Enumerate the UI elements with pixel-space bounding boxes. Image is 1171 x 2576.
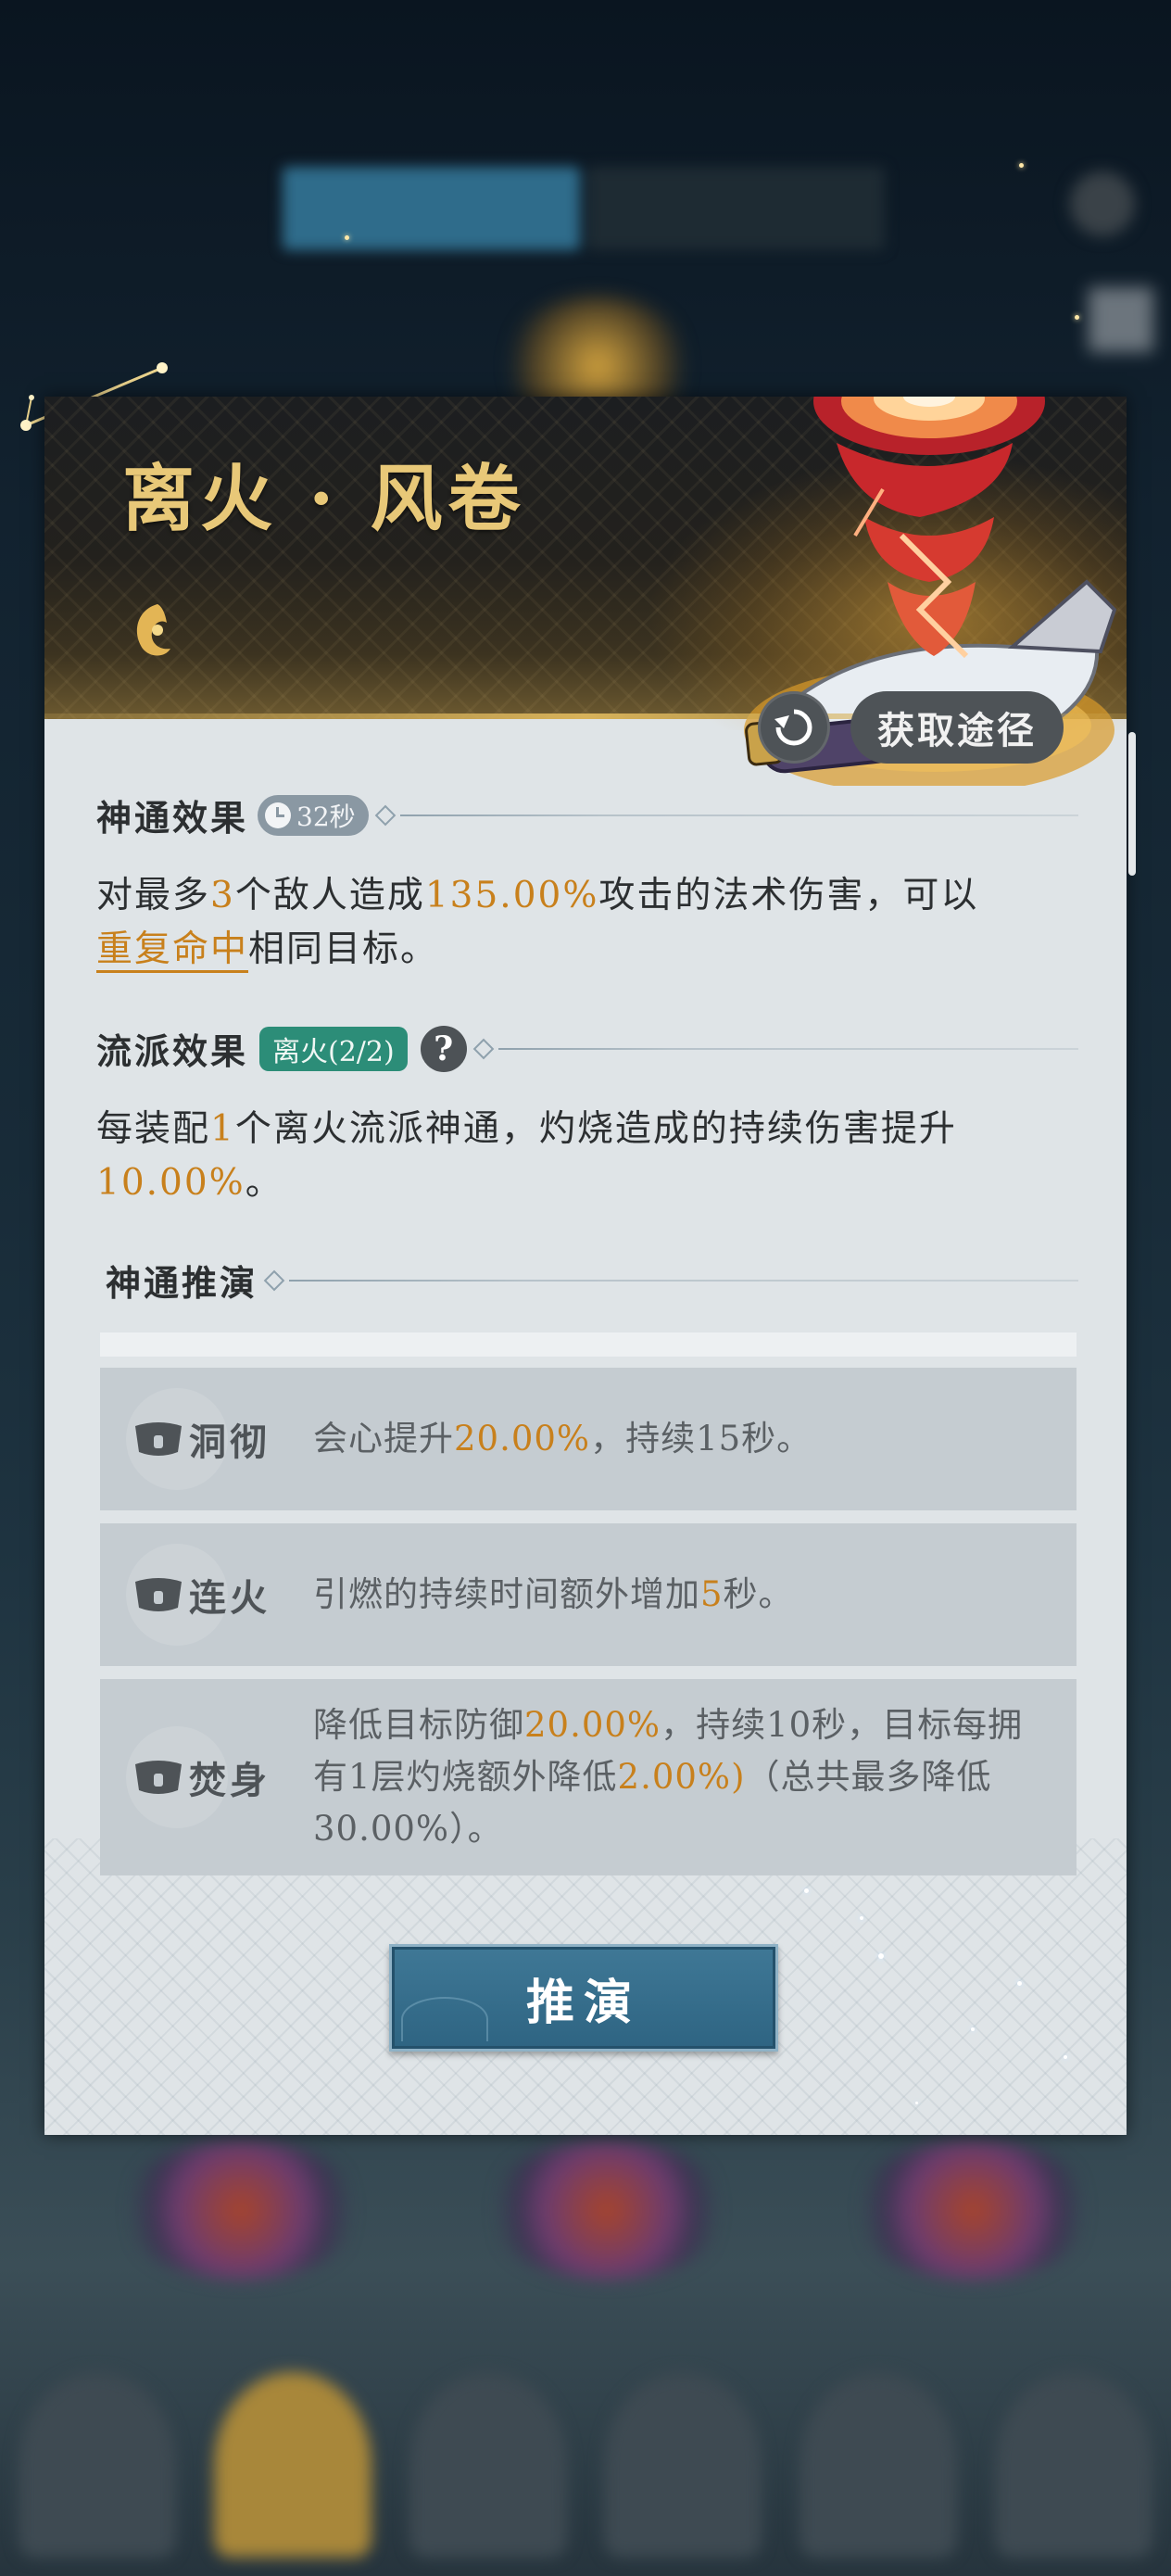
lock-icon: [135, 1578, 182, 1611]
effect-section-header: 神通效果 32秒: [96, 789, 1078, 840]
section-divider: [289, 1279, 1078, 1282]
divider-gem-icon: [263, 1269, 285, 1291]
repeat-hit-link[interactable]: 重复命中: [96, 928, 249, 973]
deduce-section-title: 神通推演: [106, 1262, 258, 1304]
refresh-button[interactable]: [758, 691, 830, 764]
scrollbar[interactable]: [1128, 732, 1136, 876]
background-character-bar: [0, 2372, 1171, 2576]
section-divider: [399, 814, 1078, 816]
effect-description: 对最多3个敌人造成135.00%攻击的法术伤害，可以 重复命中相同目标。: [96, 869, 1078, 977]
deduce-item-name: 连火: [189, 1576, 271, 1620]
effect-section-title: 神通效果: [96, 797, 249, 839]
lock-icon: [135, 1422, 182, 1456]
school-description: 每装配1个离火流派神通，灼烧造成的持续伤害提升10.00%。: [96, 1108, 957, 1204]
obtain-source-button[interactable]: 获取途径: [850, 691, 1064, 764]
background-tabs: [283, 167, 885, 250]
deduce-item-name: 洞彻: [189, 1421, 271, 1464]
skill-title: 离火 · 风卷: [122, 457, 526, 541]
help-icon[interactable]: ?: [420, 1025, 467, 1072]
deduce-section-header: 神通推演: [106, 1255, 1078, 1306]
background-settings-icon: [1070, 171, 1135, 236]
deduce-item-desc: 引燃的持续时间额外增加5秒。: [313, 1574, 794, 1614]
deduce-item-desc: 降低目标防御20.00%，持续10秒，目标每拥有1层灼烧额外降低2.00%)（总…: [313, 1705, 1024, 1849]
deduce-button[interactable]: 推演: [389, 1944, 778, 2052]
divider-gem-icon: [472, 1038, 495, 1059]
section-divider: [497, 1047, 1078, 1050]
school-badge: 离火(2/2): [259, 1026, 408, 1071]
background-side-icon: [1089, 287, 1153, 352]
refresh-icon: [774, 709, 812, 746]
panel-header: 离火 · 风卷: [44, 397, 1127, 786]
deduce-item-name: 焚身: [189, 1759, 271, 1802]
deduce-item[interactable]: 连火 引燃的持续时间额外增加5秒。: [100, 1523, 1077, 1666]
lock-icon: [135, 1761, 182, 1794]
deduce-item[interactable]: 焚身 降低目标防御20.00%，持续10秒，目标每拥有1层灼烧额外降低2.00%…: [100, 1679, 1077, 1875]
divider-gem-icon: [374, 804, 396, 826]
deduce-item[interactable]: 洞彻 会心提升20.00%，持续15秒。: [100, 1368, 1077, 1510]
fire-crescent-icon: [136, 604, 170, 656]
deduce-progress-bar: [100, 1332, 1077, 1357]
cooldown-value: 32秒: [296, 801, 356, 832]
school-section-title: 流派效果: [96, 1030, 249, 1072]
background-skill-row: [120, 2140, 1093, 2279]
cooldown-badge: 32秒: [258, 794, 369, 836]
school-section-header: 流派效果 离火(2/2) ?: [96, 1023, 1078, 1074]
skill-detail-panel: 离火 · 风卷 获取途径 神通效果 32秒 对最多3个敌人造成135.00%攻击…: [44, 397, 1127, 2135]
background-tab-inactive: [587, 167, 885, 250]
deduce-item-desc: 会心提升20.00%，持续15秒。: [313, 1419, 812, 1458]
clock-icon: [265, 802, 292, 828]
background-tab-active: [283, 167, 580, 250]
